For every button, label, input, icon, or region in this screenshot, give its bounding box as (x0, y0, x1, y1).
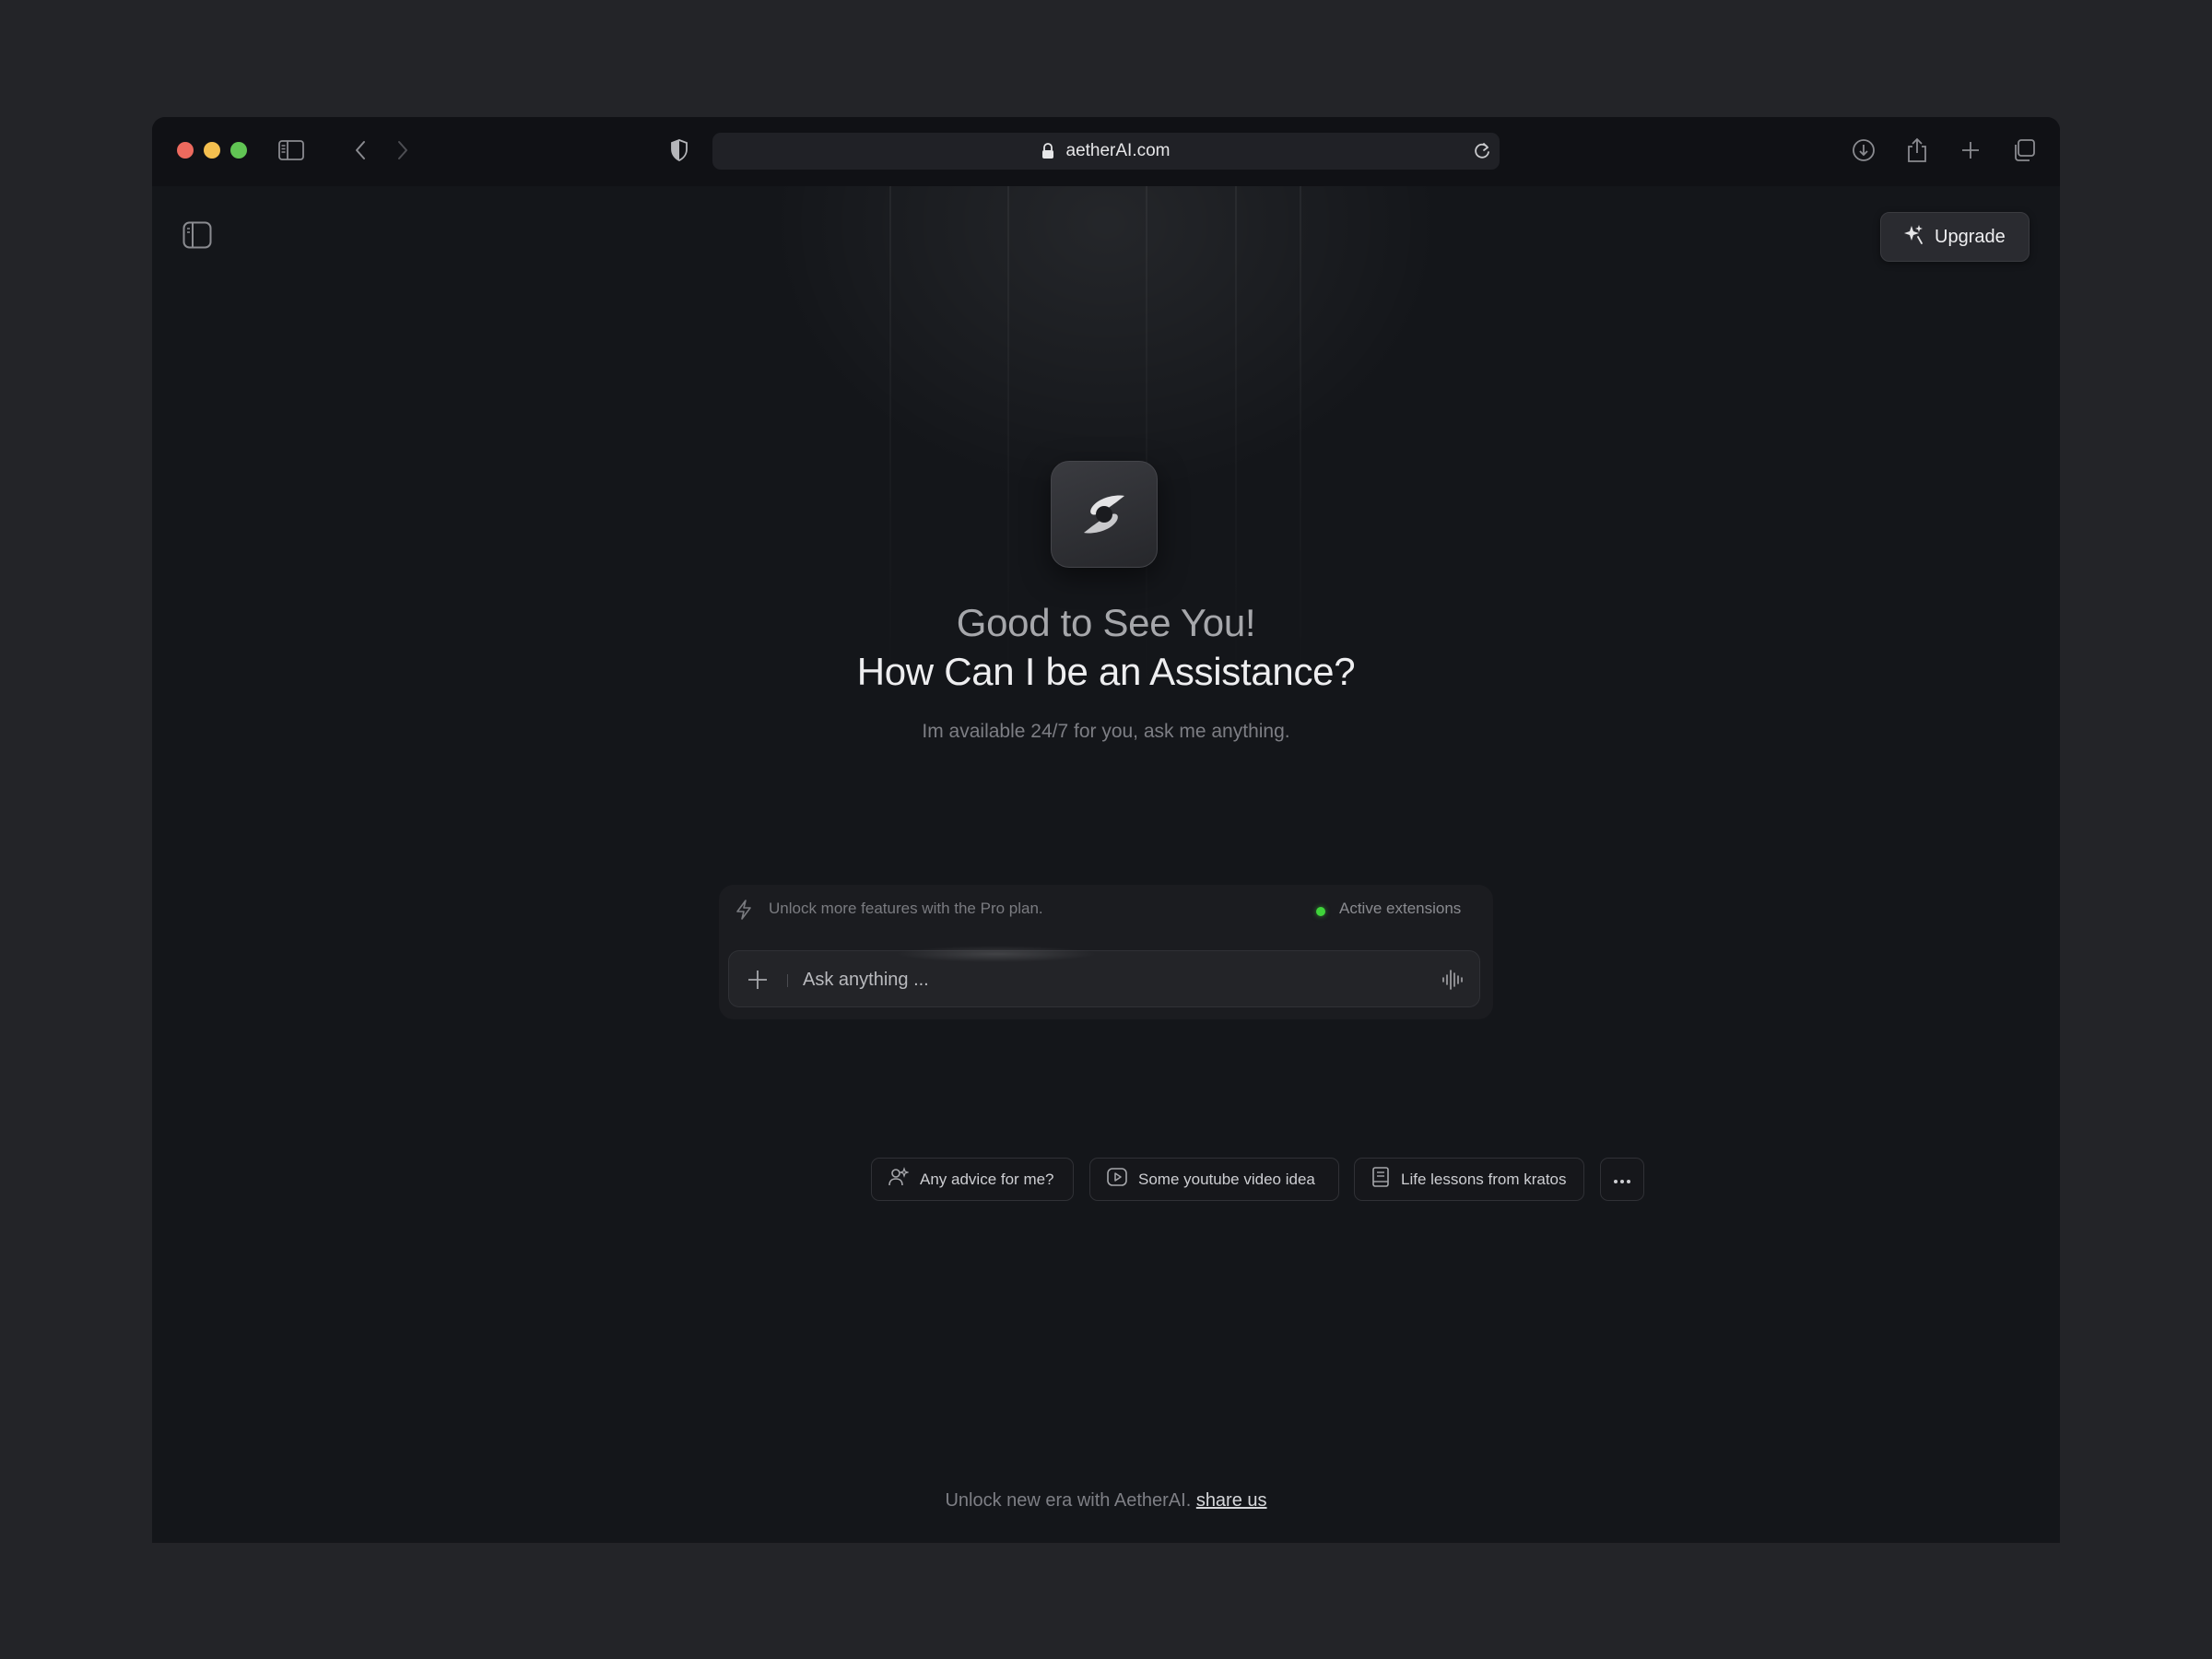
sidebar-icon[interactable] (277, 136, 305, 164)
suggestion-chip-advice[interactable]: Any advice for me? (871, 1158, 1074, 1201)
prompt-panel-header: Unlock more features with the Pro plan. … (719, 885, 1493, 933)
hero-subtitle: Im available 24/7 for you, ask me anythi… (922, 721, 1290, 742)
suggestion-label: Life lessons from kratos (1401, 1170, 1567, 1188)
browser-toolbar: aetherAI.com (152, 117, 2060, 186)
forward-icon[interactable] (389, 136, 417, 164)
aether-logo (1051, 461, 1158, 568)
shield-icon[interactable] (665, 136, 693, 164)
ask-input[interactable] (803, 962, 1393, 997)
back-icon[interactable] (347, 136, 374, 164)
plus-icon (748, 971, 767, 989)
share-icon[interactable] (1903, 136, 1931, 164)
upgrade-label: Upgrade (1935, 226, 2006, 247)
greeting-heading: Good to See You! (956, 601, 1256, 644)
address-bar[interactable]: aetherAI.com (712, 133, 1500, 170)
minimize-window-button[interactable] (204, 142, 220, 159)
play-icon (1107, 1168, 1127, 1191)
bolt-icon (735, 900, 752, 924)
footer-note: Unlock new era with AetherAI. share us (152, 1490, 2060, 1512)
add-attachment-button[interactable] (746, 968, 770, 996)
question-heading: How Can I be an Assistance? (856, 650, 1356, 693)
close-window-button[interactable] (177, 142, 194, 159)
input-glow (895, 946, 1098, 962)
reload-icon[interactable] (1472, 141, 1492, 166)
suggestion-label: Some youtube video idea (1138, 1170, 1315, 1188)
active-extensions-link[interactable]: Active extensions (1339, 900, 1461, 918)
maximize-window-button[interactable] (230, 142, 247, 159)
voice-input-button[interactable] (1441, 968, 1465, 996)
extensions-status-dot (1316, 907, 1325, 916)
tab-overview-icon[interactable] (2010, 136, 2038, 164)
aether-logo-icon (1084, 495, 1124, 534)
user-sparkle-icon (888, 1167, 910, 1192)
new-tab-icon[interactable] (1957, 136, 1984, 164)
upgrade-button[interactable]: Upgrade (1880, 212, 2030, 262)
page-content: Upgrade Good to See You! How Can I be an… (152, 186, 2060, 1543)
sparkle-icon (1903, 224, 1924, 250)
suggestion-label: Any advice for me? (920, 1170, 1054, 1188)
share-us-link[interactable]: share us (1196, 1490, 1267, 1511)
input-divider (787, 974, 788, 987)
book-icon (1371, 1167, 1390, 1192)
suggestion-chip-youtube[interactable]: Some youtube video idea (1089, 1158, 1339, 1201)
waveform-icon (1442, 970, 1463, 990)
browser-window: aetherAI.com Upgrade Good to See You! Ho… (152, 117, 2060, 1543)
more-icon (1613, 1171, 1631, 1189)
url-text: aetherAI.com (1065, 141, 1171, 160)
pro-plan-link[interactable]: Unlock more features with the Pro plan. (769, 900, 1043, 918)
prompt-panel: Unlock more features with the Pro plan. … (719, 885, 1493, 1019)
sidebar-toggle-icon[interactable] (182, 221, 212, 253)
prompt-input-box[interactable] (728, 946, 1480, 1007)
suggestion-chip-kratos[interactable]: Life lessons from kratos (1354, 1158, 1584, 1201)
more-suggestions-button[interactable] (1600, 1158, 1644, 1201)
download-icon[interactable] (1850, 136, 1877, 164)
footer-text: Unlock new era with AetherAI. (945, 1490, 1192, 1511)
